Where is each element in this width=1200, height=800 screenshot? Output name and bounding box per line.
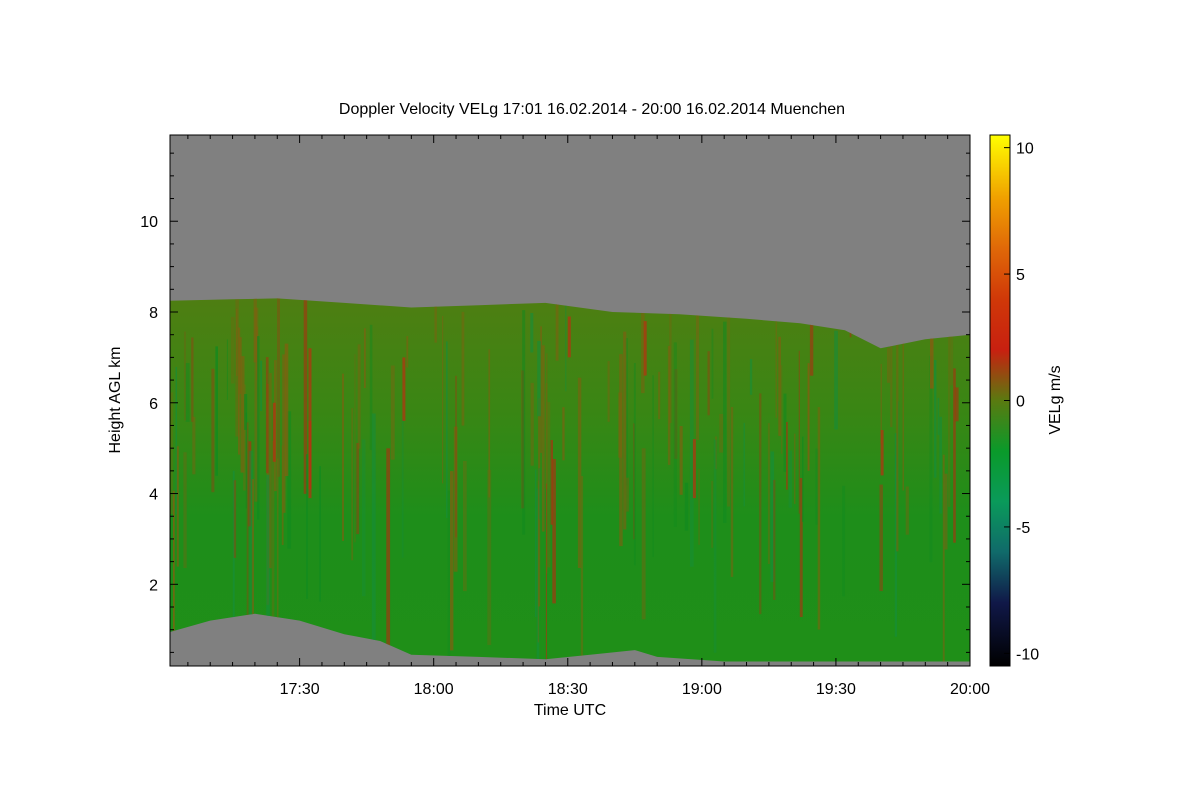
x-axis-label: Time UTC	[534, 702, 606, 719]
y-axis-label: Height AGL km	[107, 346, 124, 453]
x-tick-label: 18:30	[548, 681, 588, 698]
x-tick-label: 17:30	[280, 681, 320, 698]
doppler-velocity-chart: Doppler Velocity VELg 17:01 16.02.2014 -…	[107, 101, 1064, 719]
x-tick-label: 19:00	[682, 681, 722, 698]
y-tick-label: 10	[140, 214, 158, 231]
y-tick-label: 4	[149, 487, 158, 504]
x-tick-label: 19:30	[816, 681, 856, 698]
chart-title: Doppler Velocity VELg 17:01 16.02.2014 -…	[339, 101, 845, 118]
y-tick-label: 8	[149, 305, 158, 322]
colorbar-label: VELg m/s	[1047, 365, 1064, 434]
y-tick-label: 2	[149, 577, 158, 594]
colorbar-tick-label: 10	[1016, 141, 1034, 158]
colorbar-tick-label: -5	[1016, 520, 1030, 537]
x-tick-label: 20:00	[950, 681, 990, 698]
y-tick-label: 6	[149, 396, 158, 413]
plot-area	[170, 135, 970, 666]
colorbar-tick-label: 5	[1016, 267, 1025, 284]
colorbar-tick-label: -10	[1016, 646, 1039, 663]
colorbar-tick-label: 0	[1016, 394, 1025, 411]
x-tick-label: 18:00	[414, 681, 454, 698]
